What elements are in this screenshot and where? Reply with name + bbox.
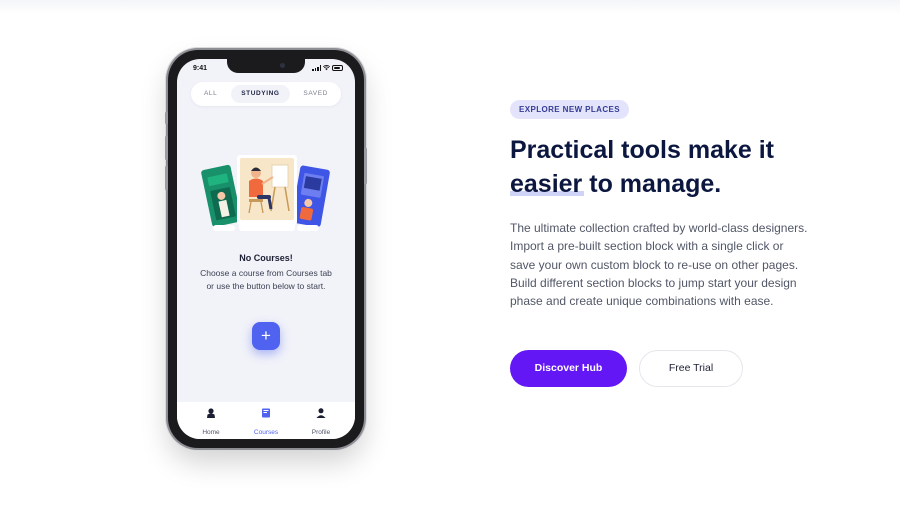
bottom-nav: Home Courses Profile xyxy=(177,402,355,439)
hero-headline: Practical tools make it easier to manage… xyxy=(510,133,830,201)
phone-screen: 9:41 ALL STUDYING SAVED No Courses! Choo… xyxy=(177,59,355,439)
course-filter-tabs: ALL STUDYING SAVED xyxy=(191,82,341,106)
signal-icon xyxy=(312,65,321,71)
headline-line-2-rest: to manage. xyxy=(589,170,722,198)
tab-all[interactable]: ALL xyxy=(194,85,227,103)
phone-mockup: 9:41 ALL STUDYING SAVED No Courses! Choo… xyxy=(165,50,367,448)
wifi-icon xyxy=(323,65,330,71)
add-course-button[interactable]: + xyxy=(252,322,280,350)
discover-hub-button[interactable]: Discover Hub xyxy=(510,350,627,387)
mute-switch xyxy=(165,112,168,124)
free-trial-button[interactable]: Free Trial xyxy=(639,350,743,387)
empty-state-message: Choose a course from Courses tab or use … xyxy=(200,268,332,291)
person-icon xyxy=(316,408,326,418)
tab-studying[interactable]: STUDYING xyxy=(231,85,290,103)
status-time: 9:41 xyxy=(193,65,208,72)
home-icon xyxy=(207,408,215,418)
tab-saved[interactable]: SAVED xyxy=(293,85,338,103)
empty-courses-illustration xyxy=(201,155,330,231)
headline-highlight: easier xyxy=(510,167,585,201)
phone-notch xyxy=(227,59,305,73)
plus-icon: + xyxy=(261,326,271,345)
empty-state-title: No Courses! xyxy=(239,253,293,263)
page-top-shade xyxy=(0,0,900,14)
nav-courses-label: Courses xyxy=(253,429,279,436)
battery-icon xyxy=(332,65,343,71)
nav-home-label: Home xyxy=(202,429,220,436)
volume-up-button xyxy=(165,136,168,160)
nav-courses[interactable]: Courses xyxy=(242,408,290,439)
book-icon xyxy=(262,408,270,418)
headline-line-1: Practical tools make it xyxy=(510,136,775,164)
nav-home[interactable]: Home xyxy=(187,408,235,439)
nav-profile-label: Profile xyxy=(311,429,331,436)
hero-description: The ultimate collection crafted by world… xyxy=(510,221,808,309)
power-button xyxy=(364,148,367,184)
section-badge: EXPLORE NEW PLACES xyxy=(510,100,629,119)
nav-profile[interactable]: Profile xyxy=(297,408,345,439)
volume-down-button xyxy=(165,166,168,190)
